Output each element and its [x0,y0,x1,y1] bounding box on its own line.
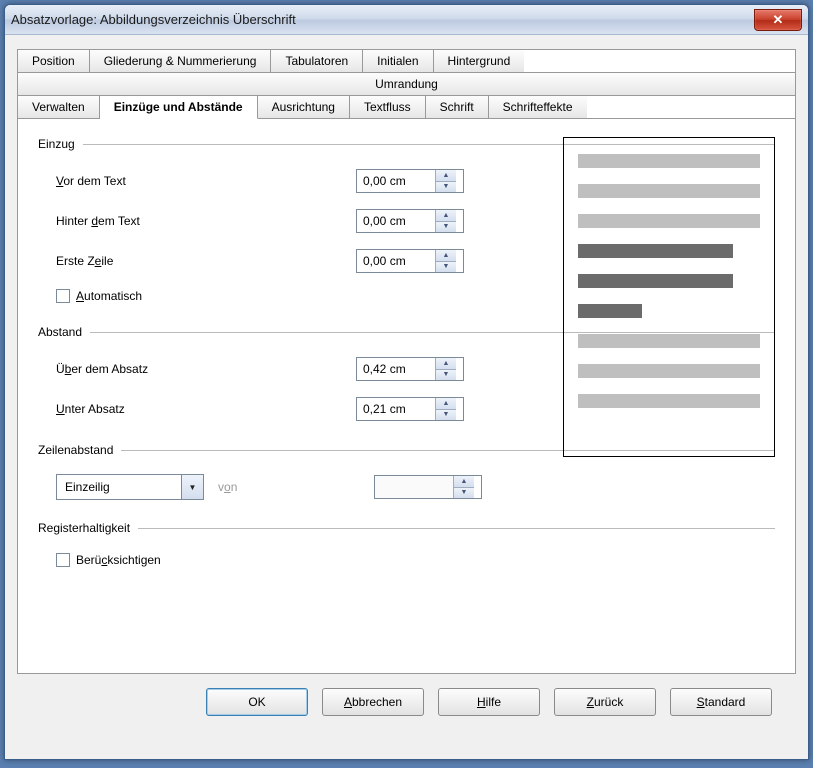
spin-up-icon[interactable]: ▲ [436,210,456,222]
label-spacing-above: Über dem Absatz [56,362,356,376]
group-register: Registerhaltigkeit Berücksichtigen [38,521,775,575]
label-indent-after: Hinter dem Text [56,214,356,228]
tab-row-1: Position Gliederung & Nummerierung Tabul… [18,50,795,73]
legend-indent: Einzug [38,137,83,151]
window-title: Absatzvorlage: Abbildungsverzeichnis Übe… [11,12,754,27]
spin-spacing-below[interactable]: ▲▼ [356,397,464,421]
input-linespacing-value [375,476,453,498]
tab-alignment[interactable]: Ausrichtung [258,96,350,118]
titlebar: Absatzvorlage: Abbildungsverzeichnis Übe… [5,5,808,35]
dropdown-linespacing[interactable]: Einzeilig ▼ [56,474,204,500]
label-auto-indent: Automatisch [76,289,142,303]
chevron-down-icon[interactable]: ▼ [181,475,203,499]
reset-button[interactable]: Zurück [554,688,656,716]
spin-down-icon[interactable]: ▼ [436,222,456,233]
spin-linespacing-value: ▲▼ [374,475,482,499]
tab-textflow[interactable]: Textfluss [350,96,426,118]
tab-font[interactable]: Schrift [426,96,489,118]
dialog-body: Position Gliederung & Nummerierung Tabul… [5,35,808,726]
input-indent-before[interactable] [357,170,435,192]
tab-row-2: Umrandung [18,73,795,96]
button-bar: OK Abbrechen Hilfe Zurück Standard [17,674,796,716]
legend-spacing: Abstand [38,325,90,339]
standard-button[interactable]: Standard [670,688,772,716]
spin-down-icon: ▼ [454,488,474,499]
input-indent-first[interactable] [357,250,435,272]
cancel-button[interactable]: Abbrechen [322,688,424,716]
tab-background[interactable]: Hintergrund [434,50,525,72]
preview-box [563,137,775,457]
spin-up-icon[interactable]: ▲ [436,398,456,410]
spin-down-icon[interactable]: ▼ [436,262,456,273]
label-indent-before: Vor dem Text [56,174,356,188]
spin-down-icon[interactable]: ▼ [436,182,456,193]
tab-outline-numbering[interactable]: Gliederung & Nummerierung [90,50,272,72]
tab-manage[interactable]: Verwalten [18,96,100,118]
tab-indents-spacing[interactable]: Einzüge und Abstände [100,96,258,119]
checkbox-auto-indent[interactable] [56,289,70,303]
dropdown-linespacing-value: Einzeilig [57,480,181,494]
checkbox-register[interactable] [56,553,70,567]
input-spacing-above[interactable] [357,358,435,380]
tab-row-3: Verwalten Einzüge und Abstände Ausrichtu… [18,96,795,118]
label-register: Berücksichtigen [76,553,161,567]
tab-fonteffects[interactable]: Schrifteffekte [489,96,587,118]
spin-down-icon[interactable]: ▼ [436,370,456,381]
input-spacing-below[interactable] [357,398,435,420]
spin-up-icon[interactable]: ▲ [436,358,456,370]
label-von: von [218,480,237,494]
spin-down-icon[interactable]: ▼ [436,410,456,421]
spin-indent-first[interactable]: ▲▼ [356,249,464,273]
ok-button[interactable]: OK [206,688,308,716]
input-indent-after[interactable] [357,210,435,232]
spin-up-icon: ▲ [454,476,474,488]
spin-indent-before[interactable]: ▲▼ [356,169,464,193]
dialog-window: Absatzvorlage: Abbildungsverzeichnis Übe… [4,4,809,760]
close-icon: ✕ [773,12,784,28]
spin-up-icon[interactable]: ▲ [436,170,456,182]
spin-spacing-above[interactable]: ▲▼ [356,357,464,381]
tab-tabstops[interactable]: Tabulatoren [271,50,363,72]
label-spacing-below: Unter Absatz [56,402,356,416]
tab-borders[interactable]: Umrandung [18,73,795,95]
help-button[interactable]: Hilfe [438,688,540,716]
legend-linespacing: Zeilenabstand [38,443,121,457]
spin-up-icon[interactable]: ▲ [436,250,456,262]
spin-indent-after[interactable]: ▲▼ [356,209,464,233]
label-indent-first: Erste Zeile [56,254,356,268]
tab-dropcaps[interactable]: Initialen [363,50,433,72]
close-button[interactable]: ✕ [754,9,802,31]
legend-register: Registerhaltigkeit [38,521,138,535]
tab-position[interactable]: Position [18,50,90,72]
tab-pane-indents-spacing: Einzug Vor dem Text ▲▼ Hinter dem Text ▲… [17,119,796,674]
tab-container: Position Gliederung & Nummerierung Tabul… [17,49,796,119]
